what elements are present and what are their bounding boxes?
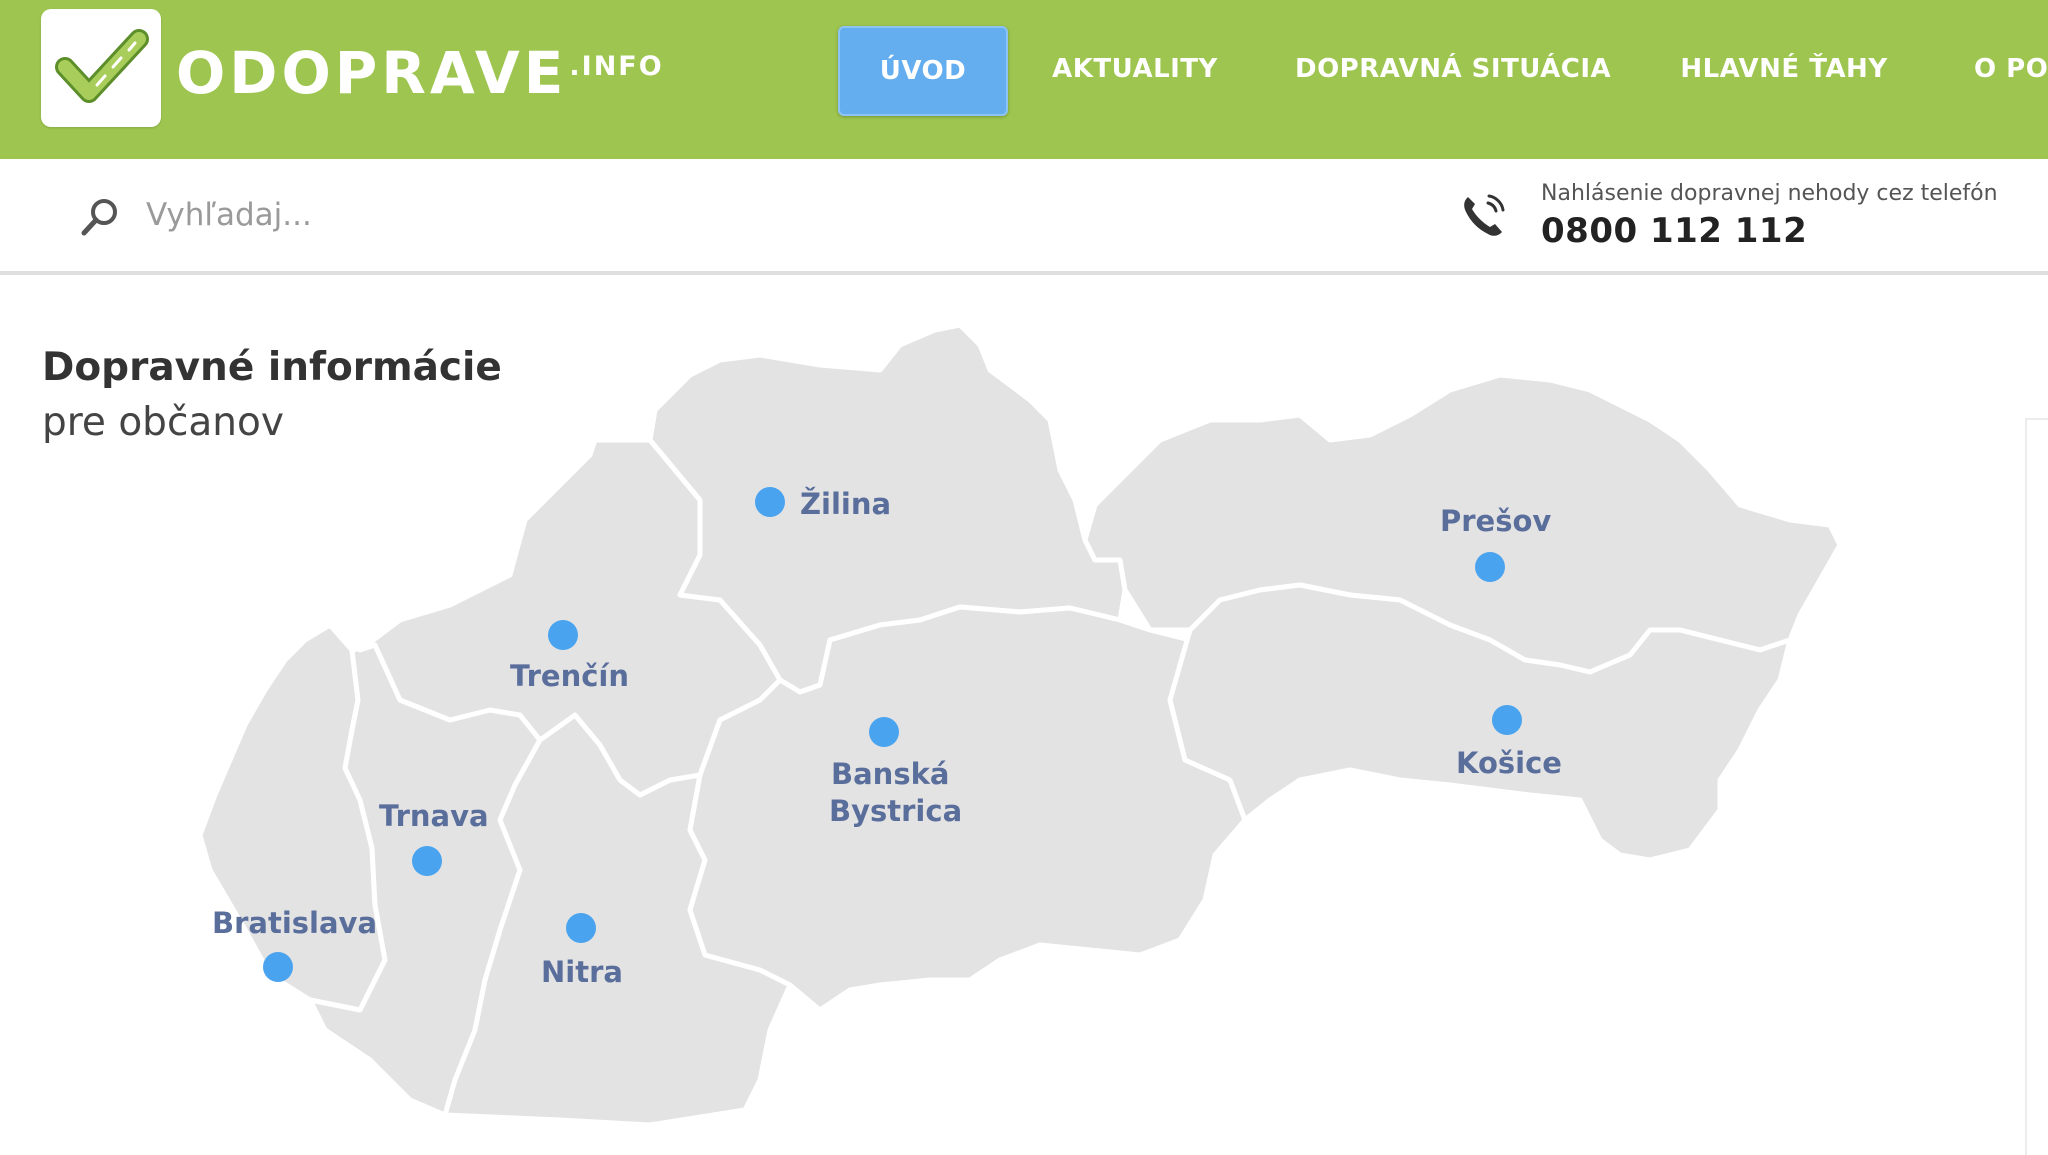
nav-item-aktuality[interactable]: AKTUALITY: [1045, 26, 1225, 112]
city-dot-presov[interactable]: [1475, 552, 1505, 582]
search-icon[interactable]: [78, 195, 122, 239]
city-label-zilina[interactable]: Žilina: [800, 486, 891, 523]
nav-item-o-portali[interactable]: O PO: [1974, 26, 2048, 112]
phone-icon: [1464, 194, 1505, 236]
city-dot-bratislava[interactable]: [263, 952, 293, 982]
site-header: ODOPRAVE .INFO ÚVOD AKTUALITY DOPRAVNÁ S…: [0, 0, 2048, 159]
city-label-bratislava[interactable]: Bratislava: [212, 905, 377, 942]
sidebar-panel-edge: [2025, 418, 2048, 1155]
city-dot-kosice[interactable]: [1492, 705, 1522, 735]
search-input[interactable]: [146, 189, 846, 241]
accident-report-phone[interactable]: 0800 112 112: [1541, 211, 1807, 251]
city-label-trencin[interactable]: Trenčín: [510, 658, 629, 695]
nav-item-dopravna-situacia[interactable]: DOPRAVNÁ SITUÁCIA: [1295, 26, 1611, 112]
city-label-banska[interactable]: Banská: [831, 756, 949, 793]
city-dot-banska-bystrica[interactable]: [869, 717, 899, 747]
city-dot-nitra[interactable]: [566, 913, 596, 943]
city-label-bystrica[interactable]: Bystrica: [829, 793, 962, 830]
accident-report-label: Nahlásenie dopravnej nehody cez telefón: [1541, 181, 1998, 206]
search-bar: Nahlásenie dopravnej nehody cez telefón …: [0, 159, 2048, 275]
nav-item-hlavne-tahy[interactable]: HLAVNÉ ŤAHY: [1680, 26, 1888, 112]
city-dot-trnava[interactable]: [412, 846, 442, 876]
main-nav: ÚVOD AKTUALITY DOPRAVNÁ SITUÁCIA HLAVNÉ …: [0, 0, 2048, 159]
city-label-nitra[interactable]: Nitra: [541, 954, 623, 991]
city-label-trnava[interactable]: Trnava: [379, 798, 489, 835]
city-label-kosice[interactable]: Košice: [1456, 745, 1562, 782]
city-dot-trencin[interactable]: [548, 620, 578, 650]
nav-item-uvod[interactable]: ÚVOD: [838, 26, 1008, 116]
city-dot-zilina[interactable]: [755, 487, 785, 517]
slovakia-region-map: [197, 322, 1843, 1128]
city-label-presov[interactable]: Prešov: [1440, 503, 1551, 540]
